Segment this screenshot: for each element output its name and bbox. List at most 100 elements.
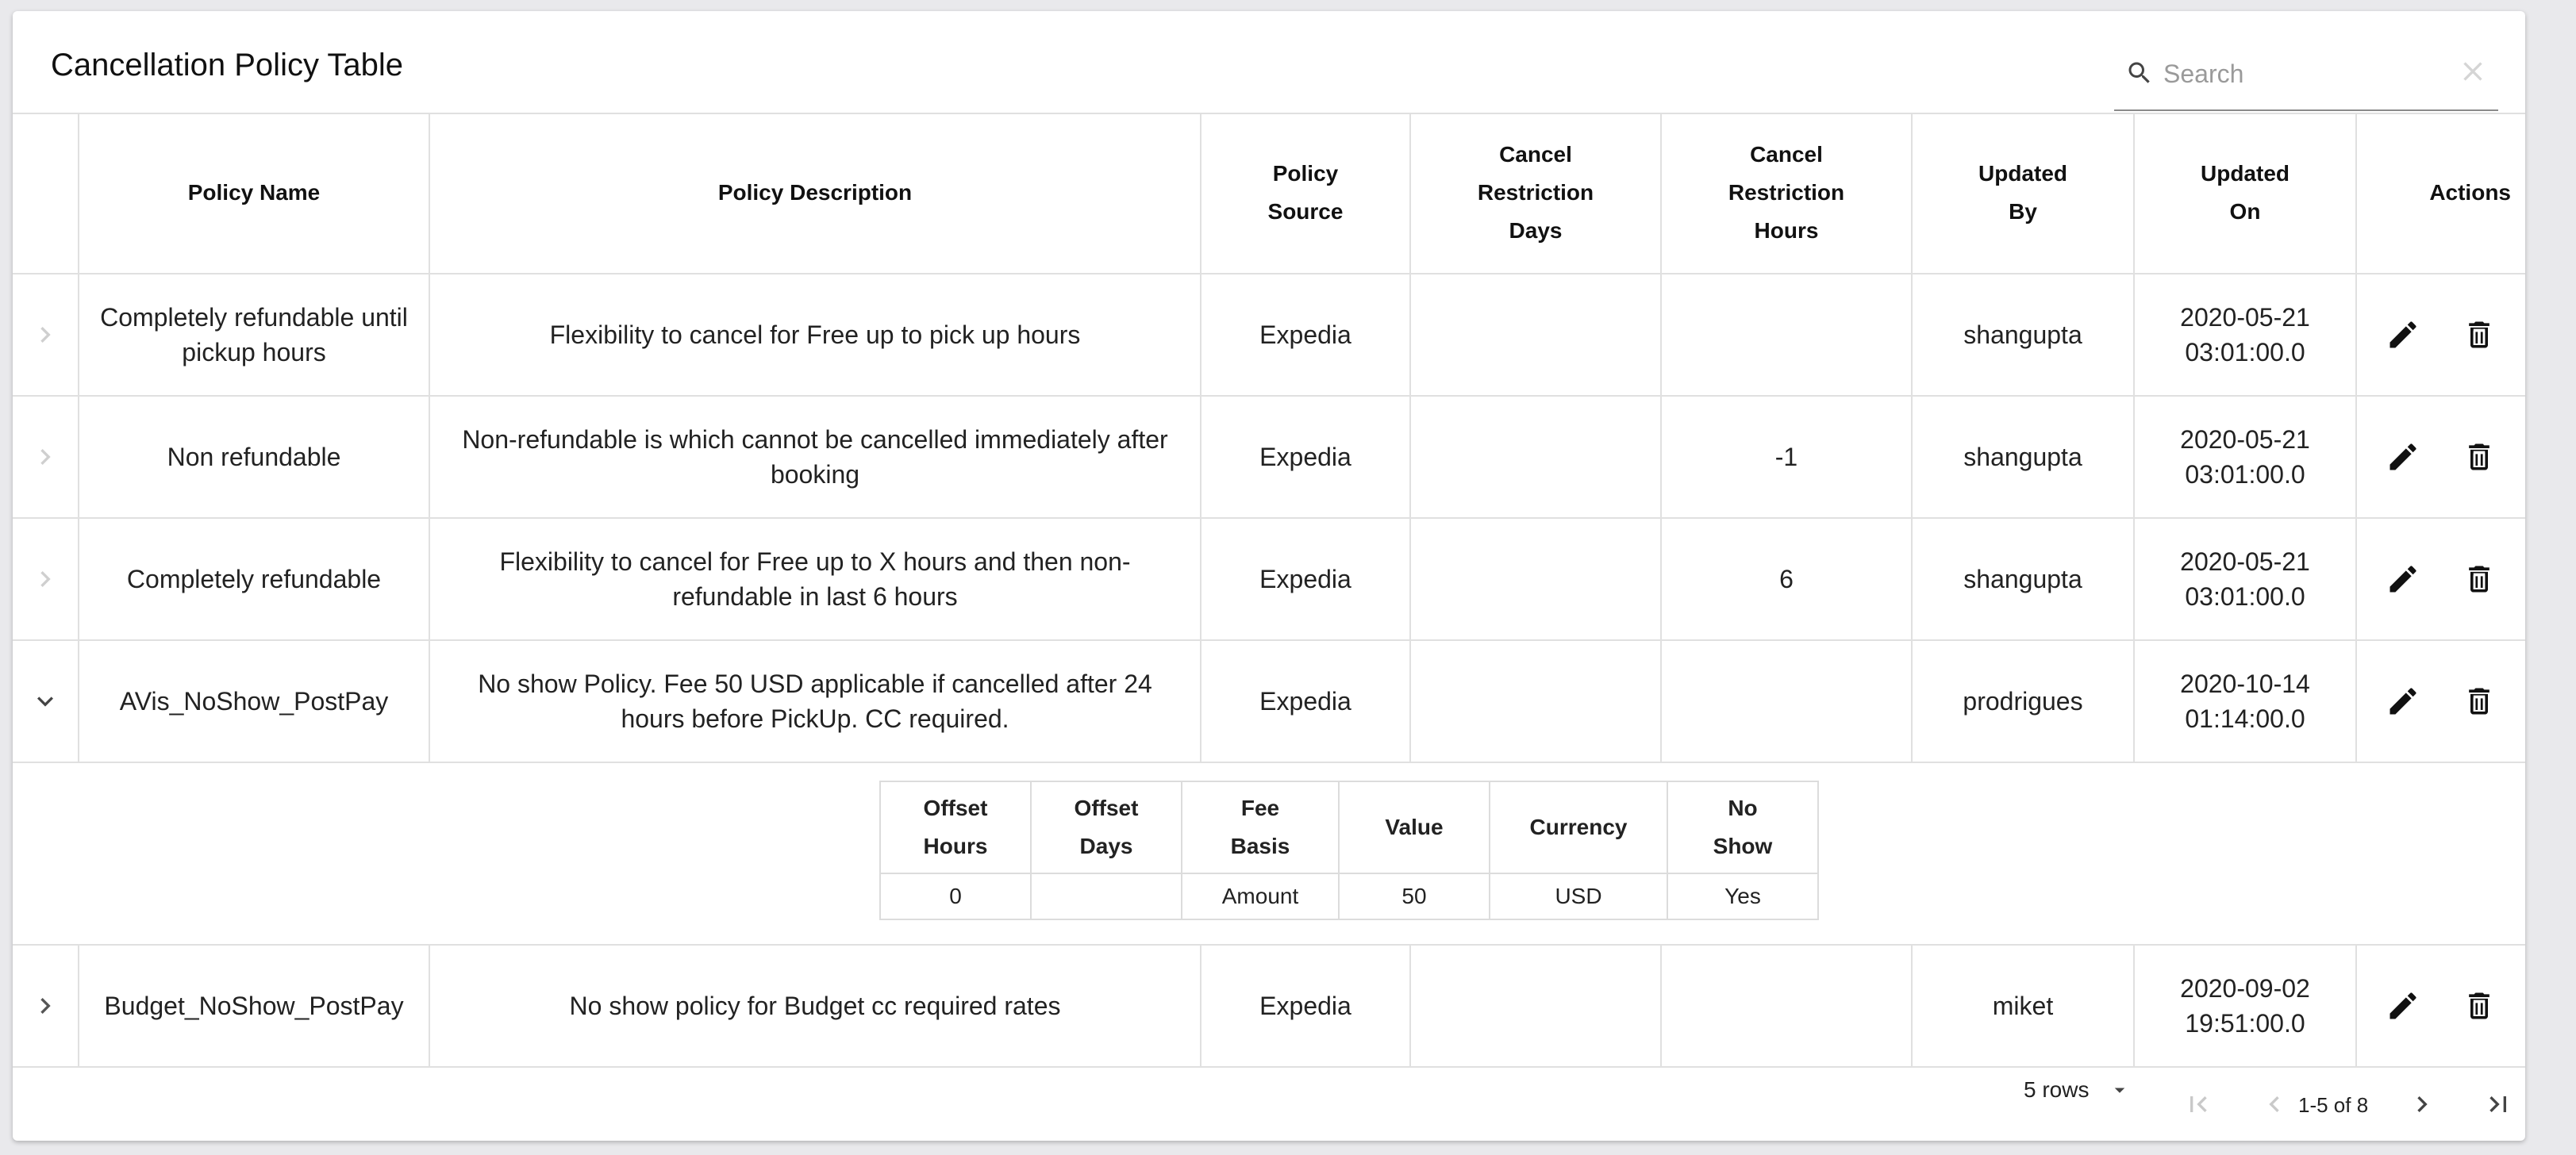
detail-value-cell: Amount [1181, 873, 1340, 920]
updated-on-cell: 2020-05-21 03:01:00.0 [2135, 397, 2357, 517]
next-page-button[interactable] [2403, 1085, 2441, 1123]
table-row: Budget_NoShow_PostPay No show policy for … [13, 946, 2525, 1068]
edit-button[interactable] [2381, 435, 2425, 479]
detail-header-line: Days [1079, 834, 1133, 858]
updated-on-cell: 2020-05-21 03:01:00.0 [2135, 519, 2357, 639]
header-updated-by-label: Updated By [1978, 155, 2067, 231]
detail-header-line: Currency [1529, 815, 1628, 839]
policy-description-cell: Flexibility to cancel for Free up to X h… [430, 519, 1201, 639]
header-policy-description: Policy Description [430, 113, 1201, 273]
header-policy-source-label: Policy Source [1268, 155, 1344, 231]
actions-cell [2357, 946, 2525, 1066]
updated-by-cell: shangupta [1913, 397, 2135, 517]
detail-header-line: No [1728, 796, 1758, 820]
updated-by: miket [1992, 992, 2054, 1020]
header-policy-source: Policy Source [1201, 113, 1411, 273]
row-expander[interactable] [13, 946, 79, 1066]
search-input[interactable] [2162, 54, 2435, 94]
edit-button[interactable] [2381, 313, 2425, 357]
updated-on-line: 2020-09-02 [2180, 974, 2310, 1003]
edit-button[interactable] [2381, 557, 2425, 601]
policy-description-cell: No show policy for Budget cc required ra… [430, 946, 1201, 1066]
detail-header-cell: Currency [1489, 781, 1668, 874]
detail-header-line: Basis [1230, 834, 1290, 858]
first-page-button[interactable] [2179, 1085, 2217, 1123]
policy-description: No show Policy. Fee 50 USD applicable if… [478, 670, 1152, 733]
row-expander[interactable] [13, 519, 79, 639]
header-policy-name-label: Policy Name [187, 180, 321, 205]
header-expander-cell [13, 113, 79, 273]
updated-on-line: 2020-05-21 [2180, 547, 2310, 576]
row-expander[interactable] [13, 274, 79, 395]
detail-header-line: Show [1713, 834, 1773, 858]
updated-by: shangupta [1963, 320, 2082, 349]
pencil-icon [2390, 443, 2416, 470]
updated-by: shangupta [1963, 565, 2082, 593]
policy-name-cell: AVis_NoShow_PostPay [79, 641, 430, 762]
detail-header-cell: Fee Basis [1181, 781, 1340, 874]
cancel-days-cell [1411, 274, 1662, 395]
chevron-right-icon [40, 327, 51, 343]
pencil-icon [2390, 992, 2416, 1019]
cancel-restriction-hours: -1 [1774, 443, 1798, 471]
policy-description-cell: Non-refundable is which cannot be cancel… [430, 397, 1201, 517]
updated-on: 2020-05-21 03:01:00.0 [2180, 300, 2310, 370]
pencil-icon [2390, 688, 2416, 715]
header-cancel-days-label-line: Restriction [1477, 180, 1594, 205]
updated-on-cell: 2020-05-21 03:01:00.0 [2135, 274, 2357, 395]
detail-value-cell: Yes [1667, 873, 1819, 920]
trash-icon [2469, 443, 2489, 470]
updated-on-line: 03:01:00.0 [2185, 582, 2305, 611]
row-expander[interactable] [13, 397, 79, 517]
policy-source-cell: Expedia [1201, 946, 1411, 1066]
updated-on: 2020-10-14 01:14:00.0 [2180, 666, 2310, 736]
delete-button[interactable] [2457, 435, 2501, 479]
detail-header-cell: No Show [1667, 781, 1819, 874]
policy-name: Completely refundable until pickup hours [100, 303, 408, 366]
policy-source-cell: Expedia [1201, 397, 1411, 517]
policy-name: AVis_NoShow_PostPay [119, 687, 389, 716]
detail-header-line: Hours [923, 834, 988, 858]
search-box[interactable] [2114, 43, 2498, 111]
search-icon [2128, 62, 2150, 83]
rows-per-page-select[interactable]: 5 rows [2024, 1077, 2132, 1103]
table-row: Non refundable Non-refundable is which ca… [13, 397, 2525, 519]
delete-button[interactable] [2457, 984, 2501, 1028]
policy-source-cell: Expedia [1201, 641, 1411, 762]
header-updated-on-label: Updated On [2201, 155, 2290, 231]
table-row: AVis_NoShow_PostPay No show Policy. Fee 5… [13, 641, 2525, 763]
updated-on-line: 2020-10-14 [2180, 670, 2310, 698]
updated-on-cell: 2020-09-02 19:51:00.0 [2135, 946, 2357, 1066]
actions-cell [2357, 274, 2525, 395]
header-cancel-days-label-line: Days [1509, 218, 1563, 243]
updated-on-line: 19:51:00.0 [2185, 1009, 2305, 1038]
policy-description: Flexibility to cancel for Free up to X h… [499, 547, 1131, 611]
policy-description-cell: No show Policy. Fee 50 USD applicable if… [430, 641, 1201, 762]
edit-button[interactable] [2381, 679, 2425, 723]
row-expander[interactable] [13, 641, 79, 762]
chevron-right-icon [40, 571, 51, 587]
policy-name: Non refundable [167, 443, 341, 471]
chevron-right-icon [2417, 1096, 2428, 1112]
delete-button[interactable] [2457, 679, 2501, 723]
detail-value-cell: USD [1489, 873, 1668, 920]
policy-name-cell: Completely refundable [79, 519, 430, 639]
header-updated-on-label-line: Updated [2201, 161, 2290, 186]
close-icon[interactable] [2457, 56, 2489, 87]
edit-button[interactable] [2381, 984, 2425, 1028]
page-title: Cancellation Policy Table [51, 48, 403, 82]
table-header-row: Policy Name Policy Description Policy Sourc… [13, 113, 2525, 274]
policy-source: Expedia [1259, 687, 1351, 716]
chevron-left-icon [2269, 1096, 2279, 1112]
last-page-button[interactable] [2479, 1085, 2517, 1123]
delete-button[interactable] [2457, 313, 2501, 357]
policy-source: Expedia [1259, 320, 1351, 349]
header-policy-source-label-line: Source [1267, 199, 1344, 224]
header-updated-by-label-line: By [2009, 199, 2037, 224]
detail-header-cell: Offset Hours [879, 781, 1032, 874]
policy-description-cell: Flexibility to cancel for Free up to pic… [430, 274, 1201, 395]
delete-button[interactable] [2457, 557, 2501, 601]
detail-header-line: Offset [923, 796, 988, 820]
updated-on: 2020-05-21 03:01:00.0 [2180, 544, 2310, 614]
previous-page-button[interactable] [2255, 1085, 2293, 1123]
